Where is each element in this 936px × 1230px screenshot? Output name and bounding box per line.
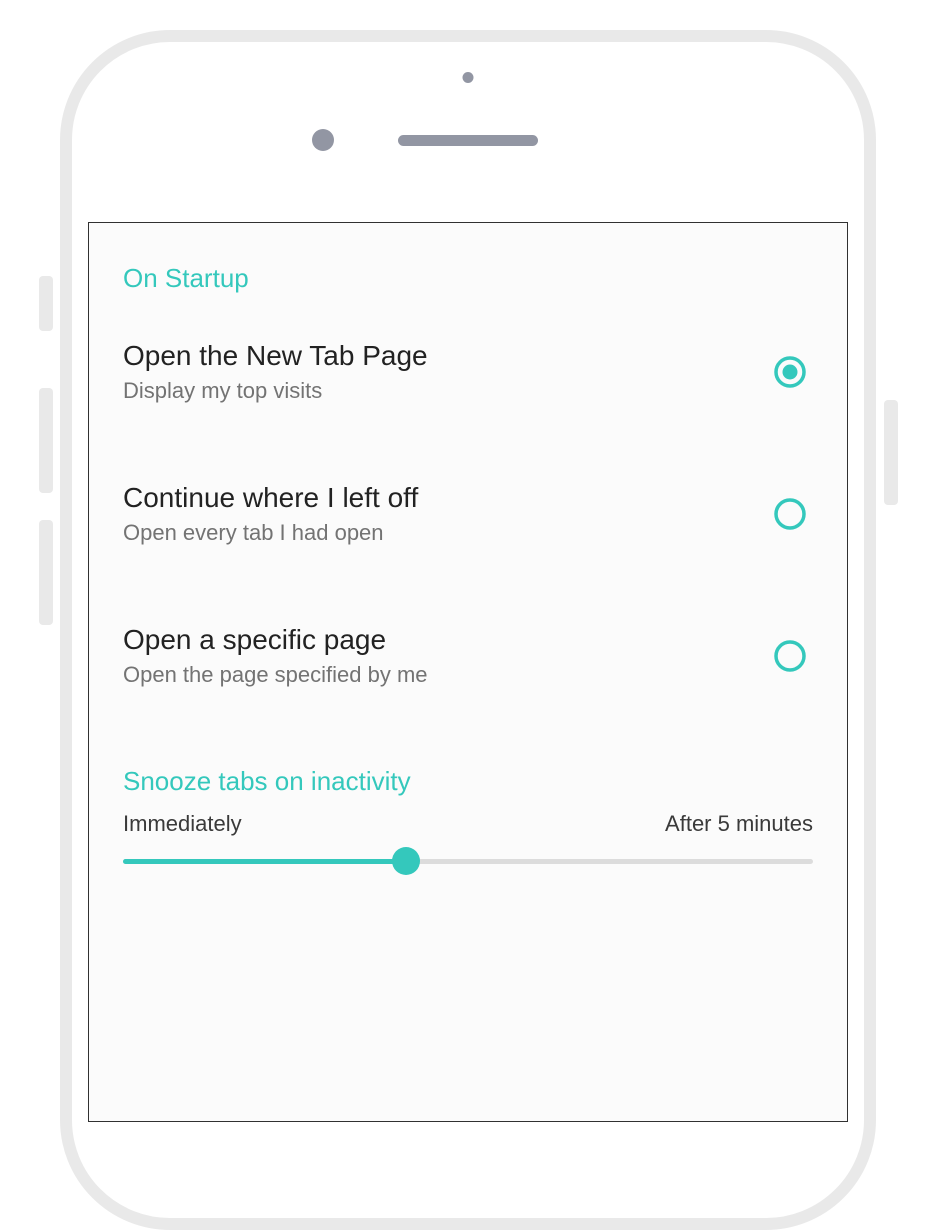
phone-side-button-volume-up <box>39 388 53 493</box>
startup-option-specific-page[interactable]: Open a specific page Open the page speci… <box>123 624 813 688</box>
radio-unselected-icon[interactable] <box>773 639 807 673</box>
section-title-snooze: Snooze tabs on inactivity <box>123 766 813 797</box>
startup-option-subtitle: Open the page specified by me <box>123 662 428 688</box>
startup-option-new-tab[interactable]: Open the New Tab Page Display my top vis… <box>123 340 813 404</box>
screen: On Startup Open the New Tab Page Display… <box>88 222 848 1122</box>
slider-thumb[interactable] <box>392 847 420 875</box>
phone-side-button-power <box>884 400 898 505</box>
speaker-grill-icon <box>398 135 538 146</box>
startup-option-title: Continue where I left off <box>123 482 418 514</box>
camera-dot-icon <box>312 129 334 151</box>
phone-side-button-silence <box>39 276 53 331</box>
slider-fill <box>123 859 406 864</box>
phone-side-button-volume-down <box>39 520 53 625</box>
snooze-slider-labels: Immediately After 5 minutes <box>123 811 813 837</box>
radio-unselected-icon[interactable] <box>773 497 807 531</box>
section-title-startup: On Startup <box>123 263 813 294</box>
startup-option-continue[interactable]: Continue where I left off Open every tab… <box>123 482 813 546</box>
snooze-slider[interactable] <box>123 845 813 875</box>
snooze-min-label: Immediately <box>123 811 242 837</box>
radio-selected-icon[interactable] <box>773 355 807 389</box>
startup-option-subtitle: Display my top visits <box>123 378 428 404</box>
snooze-max-label: After 5 minutes <box>665 811 813 837</box>
startup-option-title: Open the New Tab Page <box>123 340 428 372</box>
startup-option-title: Open a specific page <box>123 624 428 656</box>
startup-option-subtitle: Open every tab I had open <box>123 520 418 546</box>
sensor-dot-icon <box>463 72 474 83</box>
